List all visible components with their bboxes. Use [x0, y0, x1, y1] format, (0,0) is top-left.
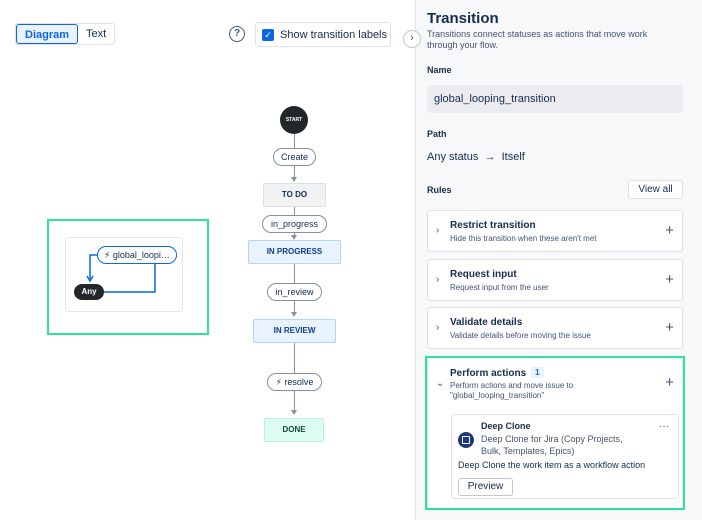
rule-title: Validate details [450, 317, 523, 328]
diagram-toggle[interactable]: Diagram [16, 24, 79, 44]
connector [294, 264, 295, 283]
rule-subtitle: Request input from the user [450, 283, 549, 292]
arrow-down-icon [291, 410, 297, 415]
transition-in-progress[interactable]: in_progress [262, 215, 327, 233]
text-toggle[interactable]: Text [78, 24, 114, 44]
app-description: Deep Clone for Jira (Copy Projects, Bulk… [481, 434, 623, 456]
arrow-down-icon [291, 177, 297, 182]
panel-description: Transitions connect statuses as actions … [427, 29, 648, 50]
chevron-right-icon: › [436, 274, 440, 285]
rule-title: Request input [450, 269, 517, 280]
more-options-icon[interactable]: ··· [659, 421, 669, 432]
view-toggle: Diagram Text [15, 23, 116, 45]
status-todo[interactable]: TO DO [263, 183, 326, 207]
status-in-review[interactable]: IN REVIEW [253, 319, 336, 343]
connector [294, 343, 295, 373]
action-description: Deep Clone the work item as a workflow a… [458, 460, 646, 470]
rule-request-input[interactable]: › Request input Request input from the u… [427, 259, 683, 301]
add-icon[interactable]: + [665, 319, 674, 336]
start-node[interactable]: START [280, 106, 308, 134]
global-looping-transition-label[interactable]: ⚡ global_loopi… [97, 246, 177, 264]
bolt-icon: ⚡ [104, 250, 111, 260]
checkbox-checked-icon[interactable]: ✓ [262, 28, 274, 41]
preview-button[interactable]: Preview [458, 478, 513, 496]
name-label: Name [427, 65, 452, 75]
transition-in-review[interactable]: in_review [267, 283, 322, 301]
chevron-right-icon: › [436, 225, 440, 236]
rules-label: Rules [427, 185, 452, 195]
add-icon[interactable]: + [665, 271, 674, 288]
chevron-right-icon: › [436, 322, 440, 333]
bolt-icon: ⚡ [275, 377, 282, 387]
connector [294, 207, 295, 215]
deep-clone-app-icon [458, 432, 474, 448]
panel-title: Transition [427, 10, 499, 27]
deep-clone-action-card[interactable]: Deep Clone Deep Clone for Jira (Copy Pro… [451, 414, 679, 499]
show-labels-text: Show transition labels [280, 28, 388, 41]
collapse-panel-button[interactable]: › [403, 30, 421, 48]
rule-subtitle: Validate details before moving the issue [450, 331, 591, 340]
add-icon[interactable]: + [665, 222, 674, 239]
transition-create[interactable]: Create [273, 148, 316, 166]
any-status-node[interactable]: Any [74, 284, 104, 300]
status-done[interactable]: DONE [264, 418, 324, 442]
path-label: Path [427, 129, 447, 139]
show-transition-labels-toggle[interactable]: ✓ Show transition labels [255, 22, 391, 47]
status-in-progress[interactable]: IN PROGRESS [248, 240, 341, 264]
help-icon[interactable]: ? [229, 26, 245, 42]
rule-restrict-transition[interactable]: › Restrict transition Hide this transiti… [427, 210, 683, 252]
rule-title: Restrict transition [450, 220, 536, 231]
connector [294, 134, 295, 148]
transition-name-field[interactable]: global_looping_transition [427, 85, 683, 113]
arrow-right-icon: → [484, 151, 496, 163]
workflow-canvas[interactable]: Diagram Text ? ✓ Show transition labels … [0, 0, 415, 520]
view-all-button[interactable]: View all [628, 180, 683, 199]
rule-validate-details[interactable]: › Validate details Validate details befo… [427, 307, 683, 349]
app-name: Deep Clone [481, 421, 531, 431]
arrow-down-icon [291, 312, 297, 317]
connector [294, 391, 295, 412]
rule-subtitle: Hide this transition when these aren't m… [450, 234, 597, 243]
path-value: Any status → Itself [427, 151, 525, 163]
transition-resolve[interactable]: ⚡ resolve [267, 373, 322, 391]
